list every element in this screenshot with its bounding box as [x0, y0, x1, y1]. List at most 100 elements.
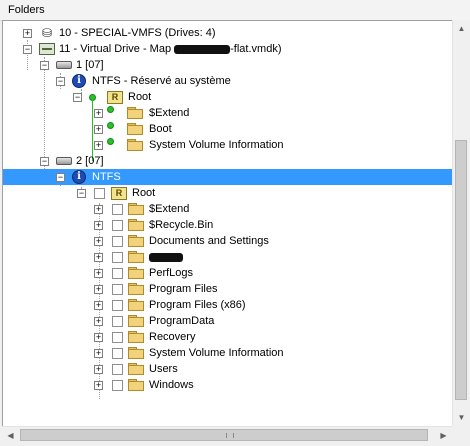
selection-checkbox[interactable]	[112, 268, 123, 279]
tree-node-root-2[interactable]: − R Root	[3, 185, 443, 201]
expand-toggle[interactable]: +	[94, 109, 103, 118]
root-folder-icon: R	[111, 187, 127, 200]
folder-icon	[128, 315, 144, 327]
folder-icon	[127, 123, 143, 135]
folder-icon	[128, 379, 144, 391]
folder-tree[interactable]: + ⛁ 10 - SPECIAL-VMFS (Drives: 4) − 11 -…	[2, 20, 452, 427]
collapse-toggle[interactable]: −	[40, 157, 49, 166]
tree-node-label: Program Files (x86)	[149, 299, 246, 311]
tree-node-folder[interactable]: + $Extend	[3, 201, 443, 217]
tree-node-folder[interactable]: + ProgramData	[3, 313, 443, 329]
tree-node-folder[interactable]: + System Volume Information	[3, 345, 443, 361]
scroll-down-arrow-icon[interactable]: ▼	[453, 409, 470, 426]
selection-checkbox[interactable]	[112, 236, 123, 247]
tree-node-folder[interactable]: + Boot	[3, 121, 443, 137]
expand-toggle[interactable]: +	[94, 205, 103, 214]
filesystem-info-icon: i	[72, 170, 86, 184]
folder-icon	[128, 331, 144, 343]
folders-panel-header: Folders	[0, 0, 470, 21]
tree-node-folder[interactable]: + Recovery	[3, 329, 443, 345]
selection-checkbox[interactable]	[112, 364, 123, 375]
tree-node-label: Program Files	[149, 283, 218, 295]
tree-node-folder[interactable]: + $Recycle.Bin	[3, 217, 443, 233]
tree-node-folder[interactable]: + Windows	[3, 377, 443, 393]
folder-icon	[128, 219, 144, 231]
tree-node-label	[149, 249, 183, 265]
horizontal-scrollbar[interactable]: ◀ ▶	[2, 426, 452, 444]
expand-toggle[interactable]: +	[94, 141, 103, 150]
scroll-left-arrow-icon[interactable]: ◀	[2, 427, 19, 444]
tree-node-folder[interactable]: + Documents and Settings	[3, 233, 443, 249]
tree-node-label: 1 [07]	[76, 59, 104, 71]
tree-node-partition-1[interactable]: − 1 [07]	[3, 57, 443, 73]
folder-icon	[127, 139, 143, 151]
vertical-scroll-thumb[interactable]	[455, 140, 467, 400]
root-folder-icon: R	[107, 91, 123, 104]
selection-checkbox[interactable]	[112, 204, 123, 215]
tree-node-virtual-drive[interactable]: − 11 - Virtual Drive - Map -flat.vmdk)	[3, 41, 443, 57]
tree-node-vmfs[interactable]: + ⛁ 10 - SPECIAL-VMFS (Drives: 4)	[3, 25, 443, 41]
virtual-drive-label-suffix: -flat.vmdk)	[230, 43, 282, 55]
collapse-toggle[interactable]: −	[56, 173, 65, 182]
tree-node-folder[interactable]: + Program Files (x86)	[3, 297, 443, 313]
collapse-toggle[interactable]: −	[56, 77, 65, 86]
tree-node-label: Documents and Settings	[149, 235, 269, 247]
selection-checkbox[interactable]	[112, 332, 123, 343]
expand-toggle[interactable]: +	[94, 333, 103, 342]
selection-checkbox[interactable]	[112, 300, 123, 311]
tree-node-folder[interactable]: + Program Files	[3, 281, 443, 297]
partition-disk-icon	[56, 157, 72, 165]
selection-checkbox[interactable]	[112, 220, 123, 231]
tree-node-folder[interactable]: + Users	[3, 361, 443, 377]
tree-node-label: $Extend	[149, 107, 190, 119]
expand-toggle[interactable]: +	[94, 221, 103, 230]
scroll-up-arrow-icon[interactable]: ▲	[453, 20, 470, 37]
tree-node-label: System Volume Information	[149, 347, 284, 359]
collapse-toggle[interactable]: −	[73, 93, 82, 102]
selection-checkbox[interactable]	[94, 188, 105, 199]
expand-toggle[interactable]: +	[94, 301, 103, 310]
selection-checkbox[interactable]	[112, 348, 123, 359]
selection-checkbox[interactable]	[112, 252, 123, 263]
selection-checkbox[interactable]	[112, 284, 123, 295]
collapse-toggle[interactable]: −	[40, 61, 49, 70]
tree-node-root-1[interactable]: − R Root	[3, 89, 443, 105]
tree-node-folder[interactable]: + System Volume Information	[3, 137, 443, 153]
tree-node-ntfs-reserved[interactable]: − i NTFS - Réservé au système	[3, 73, 443, 89]
tree-node-partition-2[interactable]: − 2 [07]	[3, 153, 443, 169]
expand-toggle[interactable]: +	[94, 269, 103, 278]
vertical-scrollbar[interactable]: ▲ ▼	[452, 20, 470, 426]
folder-icon	[128, 299, 144, 311]
status-dot-icon	[107, 138, 114, 145]
collapse-toggle[interactable]: −	[77, 189, 86, 198]
tree-node-label: Recovery	[149, 331, 196, 343]
tree-node-label: $Extend	[149, 203, 190, 215]
selection-checkbox[interactable]	[112, 316, 123, 327]
tree-node-folder-redacted[interactable]: +	[3, 249, 443, 265]
folder-icon	[128, 363, 144, 375]
status-dot-icon	[107, 122, 114, 129]
tree-node-folder[interactable]: + $Extend	[3, 105, 443, 121]
tree-node-label: 2 [07]	[76, 155, 104, 167]
expand-toggle[interactable]: +	[94, 317, 103, 326]
expand-toggle[interactable]: +	[23, 29, 32, 38]
vmfs-store-icon: ⛁	[41, 26, 53, 40]
scroll-right-arrow-icon[interactable]: ▶	[435, 427, 452, 444]
folder-icon	[128, 251, 144, 263]
expand-toggle[interactable]: +	[94, 365, 103, 374]
tree-node-label: Users	[149, 363, 178, 375]
expand-toggle[interactable]: +	[94, 237, 103, 246]
partition-disk-icon	[56, 61, 72, 69]
selection-checkbox[interactable]	[112, 380, 123, 391]
expand-toggle[interactable]: +	[94, 253, 103, 262]
tree-node-ntfs-selected[interactable]: − i NTFS	[3, 169, 452, 185]
expand-toggle[interactable]: +	[94, 349, 103, 358]
virtual-drive-label-prefix: 11 - Virtual Drive - Map	[59, 43, 175, 55]
tree-node-folder[interactable]: + PerfLogs	[3, 265, 443, 281]
expand-toggle[interactable]: +	[94, 125, 103, 134]
expand-toggle[interactable]: +	[94, 285, 103, 294]
expand-toggle[interactable]: +	[94, 381, 103, 390]
horizontal-scroll-thumb[interactable]	[20, 429, 428, 441]
tree-node-label: NTFS	[92, 171, 121, 183]
collapse-toggle[interactable]: −	[23, 45, 32, 54]
